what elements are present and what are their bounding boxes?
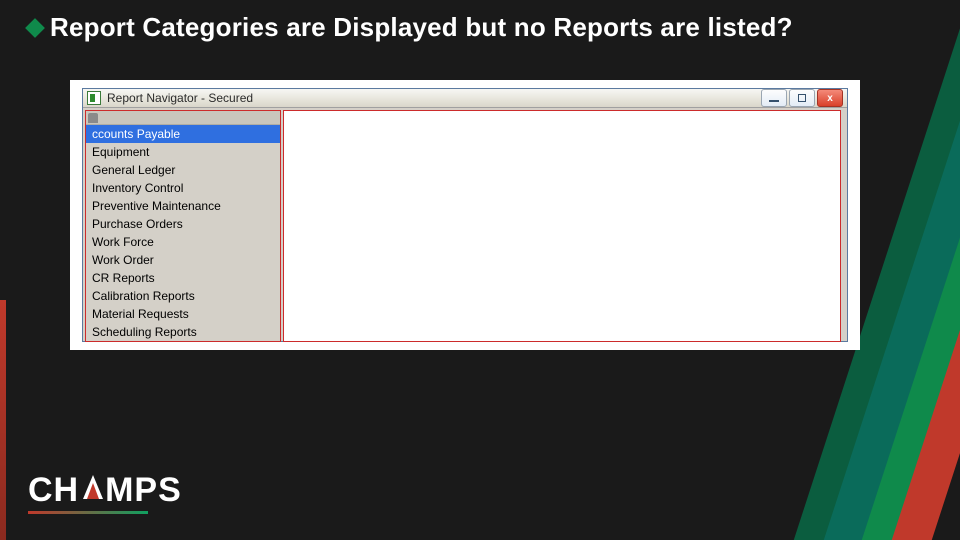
window-buttons: x xyxy=(761,89,843,107)
category-item-general-ledger[interactable]: General Ledger xyxy=(86,161,280,179)
window-title: Report Navigator - Secured xyxy=(107,91,755,105)
category-pane-header xyxy=(86,111,280,125)
category-item-inventory-control[interactable]: Inventory Control xyxy=(86,179,280,197)
category-label: Work Force xyxy=(92,235,154,249)
category-pane: ccounts Payable Equipment General Ledger… xyxy=(85,110,281,342)
slide-heading: Report Categories are Displayed but no R… xyxy=(28,12,793,43)
report-navigator-window: Report Navigator - Secured x ccounts Pay… xyxy=(82,88,848,342)
category-item-cr-reports[interactable]: CR Reports xyxy=(86,269,280,287)
heading-text: Report Categories are Displayed but no R… xyxy=(50,12,793,43)
slide: Report Categories are Displayed but no R… xyxy=(0,0,960,540)
category-label: Calibration Reports xyxy=(92,289,195,303)
category-label: Scheduling Reports xyxy=(92,325,197,339)
close-button[interactable]: x xyxy=(817,89,843,107)
category-label: ccounts Payable xyxy=(92,127,180,141)
category-label: Inventory Control xyxy=(92,181,183,195)
bullet-icon xyxy=(25,18,45,38)
brand-logo: CHAMPS xyxy=(28,471,182,510)
category-label: CR Reports xyxy=(92,271,155,285)
category-item-accounts-payable[interactable]: ccounts Payable xyxy=(86,125,280,143)
category-item-preventive-maintenance[interactable]: Preventive Maintenance xyxy=(86,197,280,215)
report-list-pane-empty[interactable] xyxy=(283,110,841,342)
screenshot-container: Report Navigator - Secured x ccounts Pay… xyxy=(70,80,860,350)
category-item-scheduling-reports[interactable]: Scheduling Reports xyxy=(86,323,280,341)
maximize-button[interactable] xyxy=(789,89,815,107)
category-label: Work Order xyxy=(92,253,154,267)
category-list[interactable]: ccounts Payable Equipment General Ledger… xyxy=(86,125,280,341)
category-label: Preventive Maintenance xyxy=(92,199,221,213)
window-body: ccounts Payable Equipment General Ledger… xyxy=(83,108,847,348)
category-item-material-requests[interactable]: Material Requests xyxy=(86,305,280,323)
lock-icon xyxy=(88,113,98,123)
accent-stripe-left xyxy=(0,300,6,540)
logo-a-icon xyxy=(83,475,103,499)
category-item-work-force[interactable]: Work Force xyxy=(86,233,280,251)
minimize-icon xyxy=(769,100,779,102)
category-item-work-order[interactable]: Work Order xyxy=(86,251,280,269)
category-label: General Ledger xyxy=(92,163,175,177)
window-titlebar[interactable]: Report Navigator - Secured x xyxy=(83,89,847,108)
close-icon: x xyxy=(827,93,833,104)
brand-underline xyxy=(28,511,148,514)
minimize-button[interactable] xyxy=(761,89,787,107)
category-label: Equipment xyxy=(92,145,149,159)
category-item-equipment[interactable]: Equipment xyxy=(86,143,280,161)
maximize-icon xyxy=(798,94,806,102)
category-item-calibration-reports[interactable]: Calibration Reports xyxy=(86,287,280,305)
category-label: Material Requests xyxy=(92,307,189,321)
category-label: Purchase Orders xyxy=(92,217,183,231)
app-icon xyxy=(87,91,101,105)
category-item-purchase-orders[interactable]: Purchase Orders xyxy=(86,215,280,233)
